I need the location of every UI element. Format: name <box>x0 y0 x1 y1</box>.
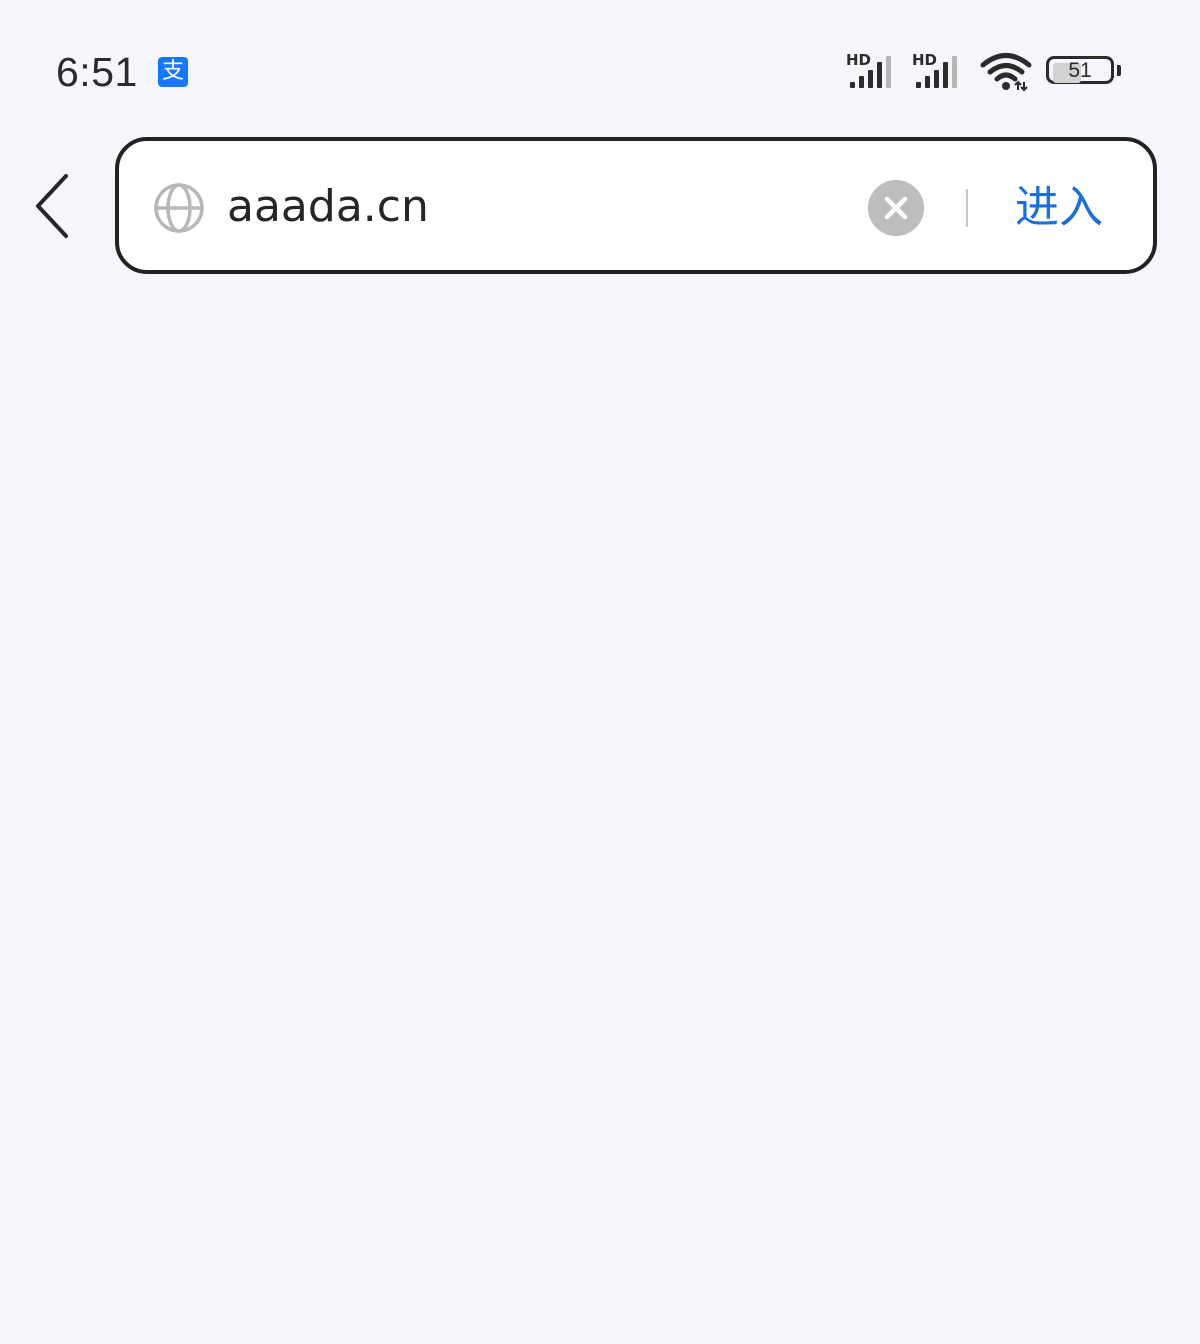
cellular-signal-icon: HD <box>846 52 900 90</box>
status-time: 6:51 <box>56 49 138 95</box>
battery-level: 51 <box>1068 59 1092 82</box>
divider <box>966 189 968 227</box>
battery-icon: 51 <box>1046 56 1124 88</box>
url-input[interactable] <box>227 171 847 243</box>
chevron-left-icon <box>36 174 68 238</box>
back-button[interactable] <box>26 170 82 242</box>
status-bar: 6:51 支 HD HD 51 <box>0 0 1200 120</box>
wifi-icon <box>980 52 1032 92</box>
suggestions-area <box>0 300 1200 1344</box>
clear-icon <box>884 196 908 220</box>
address-bar[interactable]: 进入 <box>115 137 1157 274</box>
alipay-icon: 支 <box>158 57 188 87</box>
clear-button[interactable] <box>868 180 924 236</box>
cellular-signal-icon-2: HD <box>912 52 966 90</box>
enter-button[interactable]: 进入 <box>1015 175 1103 241</box>
globe-icon <box>154 183 204 233</box>
